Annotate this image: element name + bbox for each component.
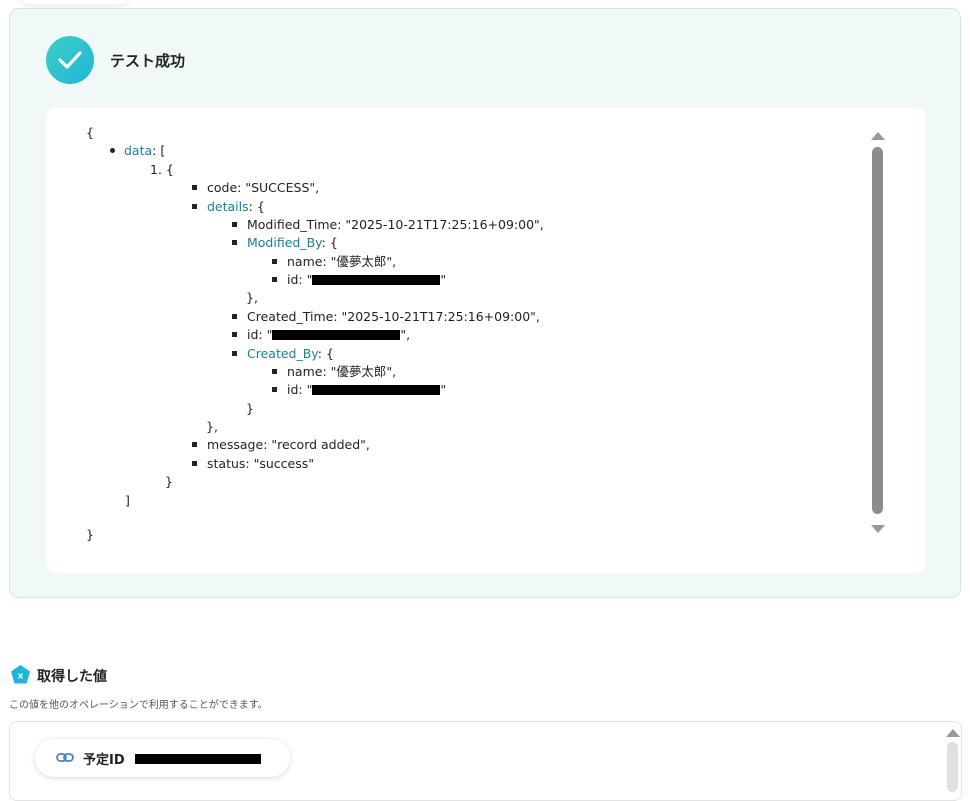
json-line: name: "優夢太郎", — [272, 253, 396, 271]
scrollbar-thumb[interactable] — [947, 742, 958, 792]
json-line: id: " " — [272, 271, 446, 289]
test-success-title: テスト成功 — [110, 52, 186, 70]
json-line: 1. { — [150, 162, 174, 177]
redacted-value — [272, 329, 401, 340]
json-line: }, — [246, 290, 258, 305]
scrollbar-thumb[interactable] — [872, 147, 883, 514]
json-line: Modified_Time: "2025-10-21T17:25:16+09:0… — [232, 216, 544, 234]
scroll-up-arrow-icon[interactable] — [871, 132, 885, 140]
json-line: } — [246, 401, 254, 416]
json-line: Created_Time: "2025-10-21T17:25:16+09:00… — [232, 308, 540, 326]
json-line: code: "SUCCESS", — [192, 179, 319, 197]
json-line[interactable]: data: [ — [110, 142, 165, 160]
json-line: status: "success" — [192, 455, 314, 473]
json-line: ] — [125, 493, 130, 508]
variable-badge-icon: x — [10, 664, 31, 685]
link-icon — [56, 750, 74, 769]
redacted-value — [135, 754, 261, 764]
json-line: name: "優夢太郎", — [272, 363, 396, 381]
json-line: } — [165, 474, 173, 489]
json-line: }, — [206, 419, 218, 434]
scroll-down-arrow-icon[interactable] — [871, 525, 885, 533]
value-chip-label: 予定ID — [83, 753, 125, 768]
json-line: id: " " — [272, 381, 446, 399]
svg-text:x: x — [18, 672, 24, 682]
json-line: } — [86, 527, 94, 542]
redacted-value — [312, 274, 441, 285]
value-chip[interactable]: 予定ID — [35, 739, 290, 777]
scroll-up-arrow-icon[interactable] — [946, 729, 960, 737]
previous-card-edge — [20, 0, 130, 4]
check-icon — [46, 36, 94, 84]
acquired-values-title: 取得した値 — [37, 669, 107, 685]
acquired-values-description: この値を他のオペレーションで利用することができます。 — [9, 700, 268, 711]
redacted-value — [312, 384, 441, 395]
json-line: message: "record added", — [192, 436, 370, 454]
json-line[interactable]: Modified_By: { — [232, 234, 338, 252]
json-line: { — [86, 125, 94, 140]
json-output-panel[interactable]: { data: [ 1. { code: "SUCCESS", details:… — [46, 108, 926, 573]
json-line[interactable]: details: { — [192, 198, 265, 216]
json-line[interactable]: Created_By: { — [232, 345, 334, 363]
json-line: id: " ", — [232, 326, 410, 344]
json-tree: { data: [ 1. { code: "SUCCESS", details:… — [46, 108, 876, 573]
test-result-card: テスト成功 { data: [ 1. { code: "SUCCESS", de… — [9, 8, 961, 598]
